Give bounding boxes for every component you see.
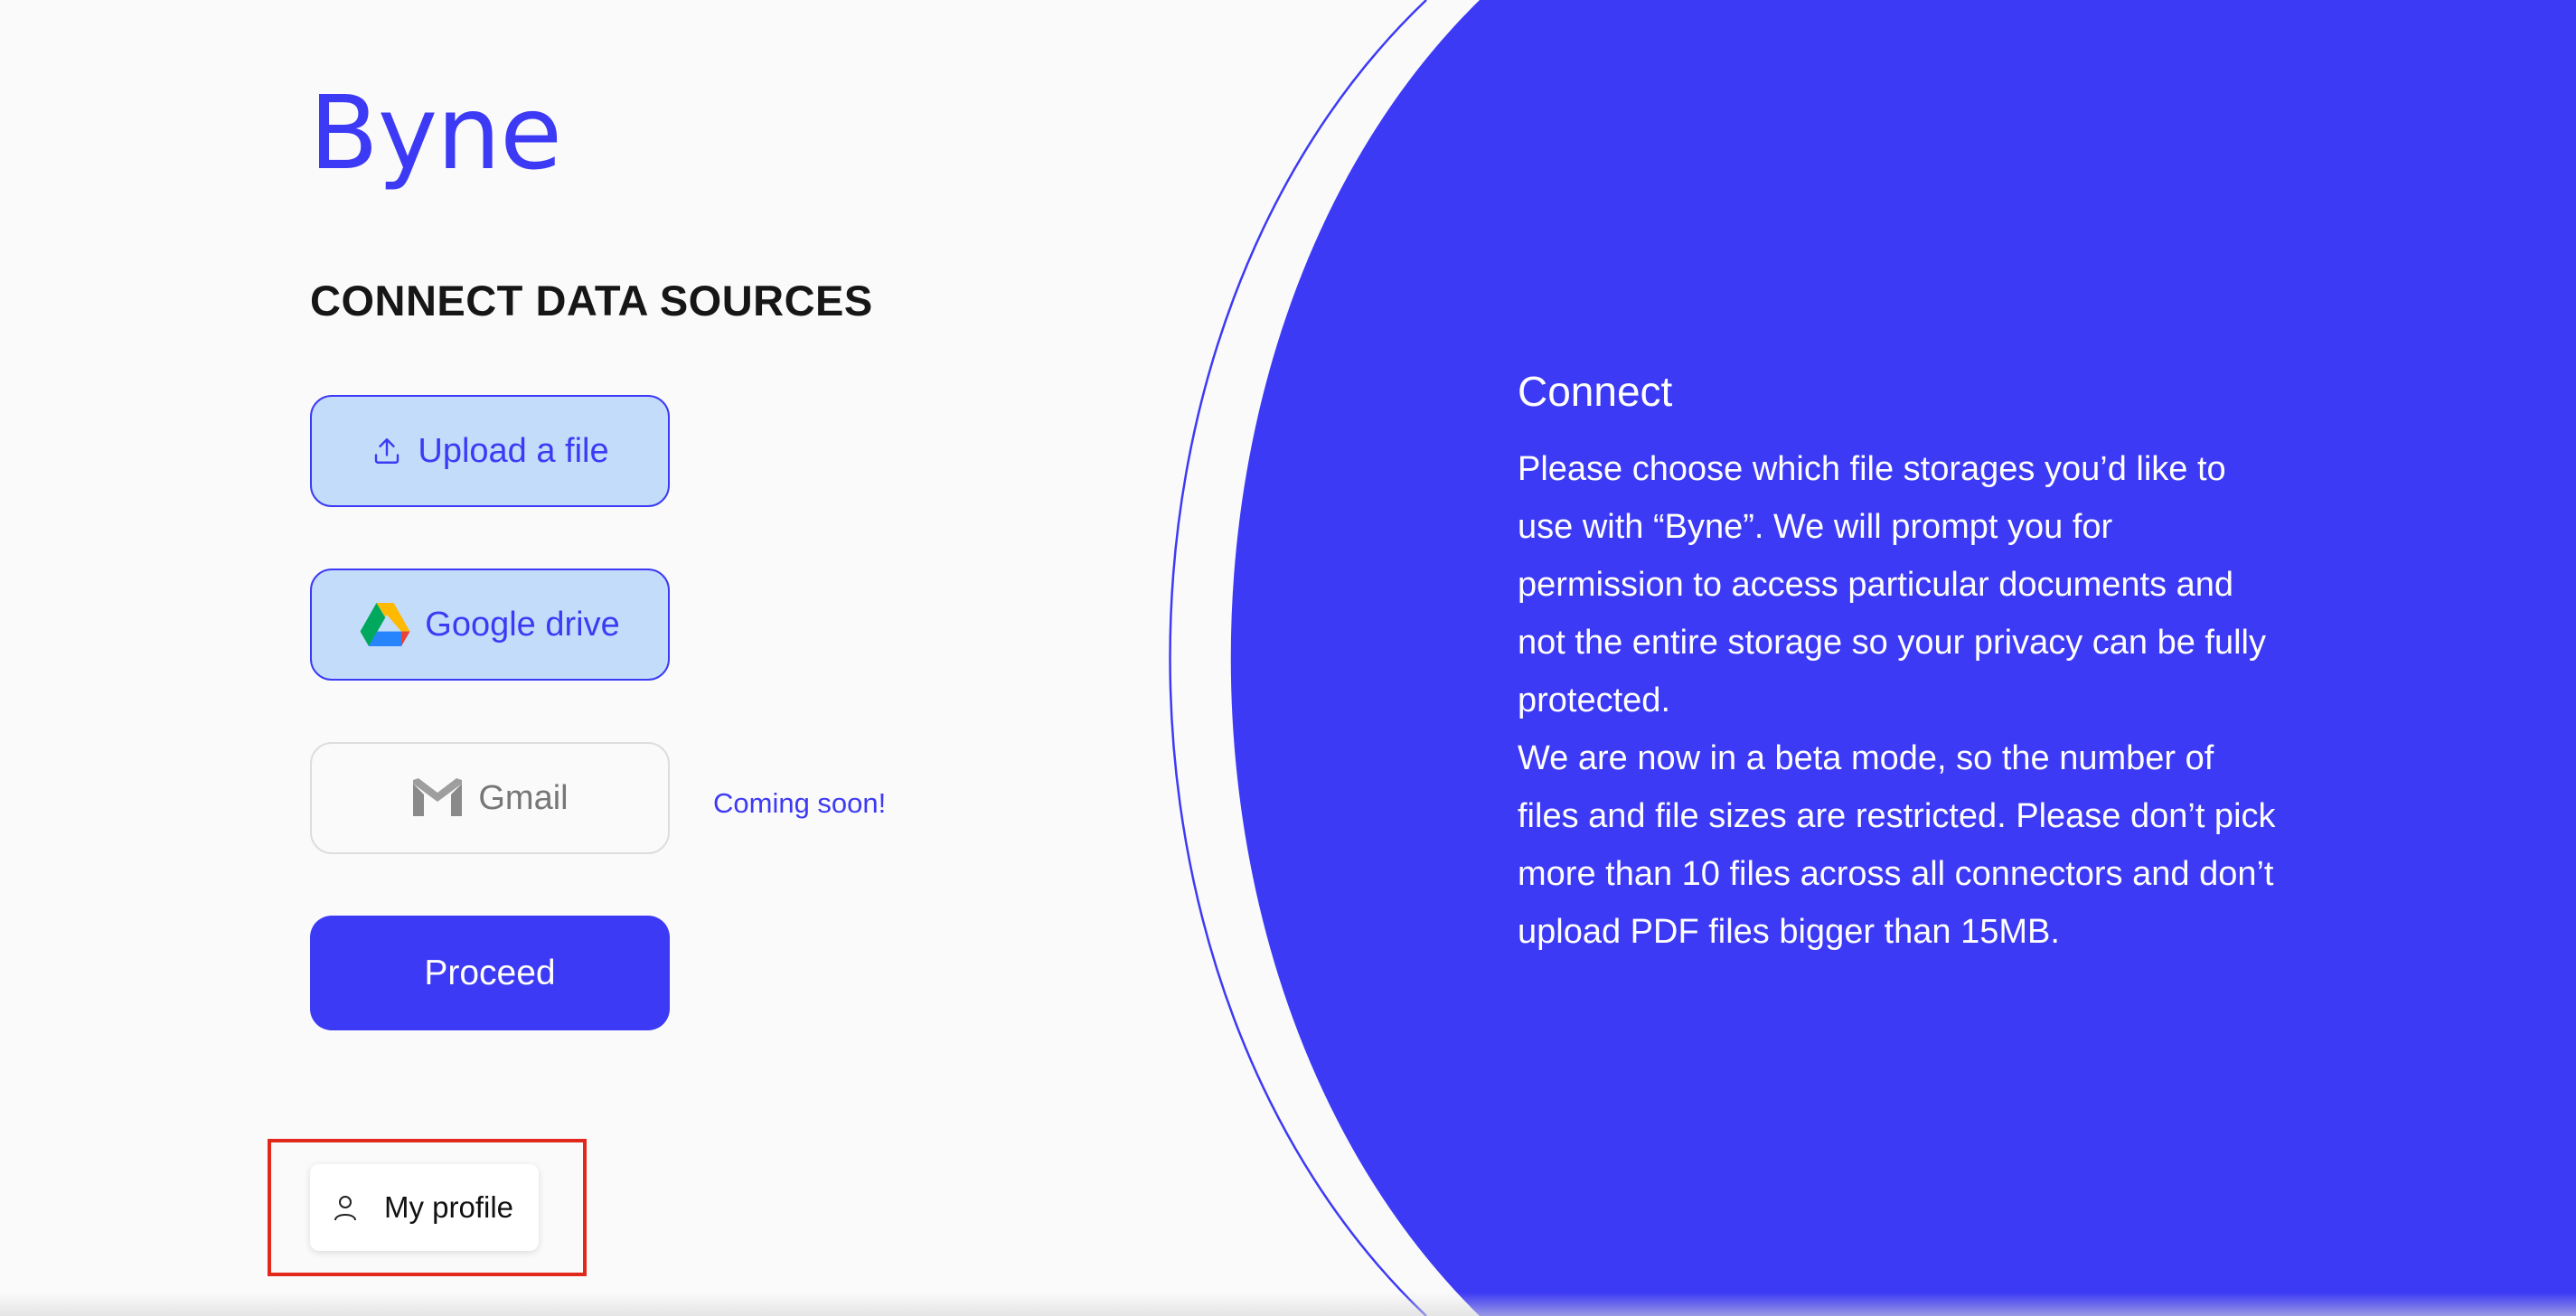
panel-title: Connect (1518, 368, 1673, 415)
gmail-button[interactable]: Gmail (310, 742, 670, 854)
my-profile-button[interactable]: My profile (310, 1164, 539, 1251)
page-title: CONNECT DATA SOURCES (310, 277, 873, 324)
upload-file-button[interactable]: Upload a file (310, 395, 670, 507)
gmail-label: Gmail (478, 778, 569, 817)
privacy-paragraph: Please choose which file storages you’d … (1518, 450, 2267, 719)
gmail-icon (411, 776, 464, 820)
google-drive-label: Google drive (425, 605, 620, 644)
upload-icon (371, 435, 403, 467)
proceed-button[interactable]: Proceed (310, 916, 670, 1030)
my-profile-label: My profile (384, 1190, 514, 1224)
panel-description: Please choose which file storages you’d … (1518, 440, 2277, 961)
google-drive-icon (360, 603, 410, 646)
upload-file-label: Upload a file (418, 431, 609, 470)
beta-limits-paragraph: We are now in a beta mode, so the number… (1518, 739, 2276, 951)
coming-soon-note: Coming soon! (713, 787, 887, 819)
user-icon (334, 1194, 357, 1221)
brand-logo: Byne (309, 75, 562, 193)
connect-data-sources-page: Byne CONNECT DATA SOURCES Upload a file (0, 0, 2576, 1316)
google-drive-button[interactable]: Google drive (310, 569, 670, 681)
